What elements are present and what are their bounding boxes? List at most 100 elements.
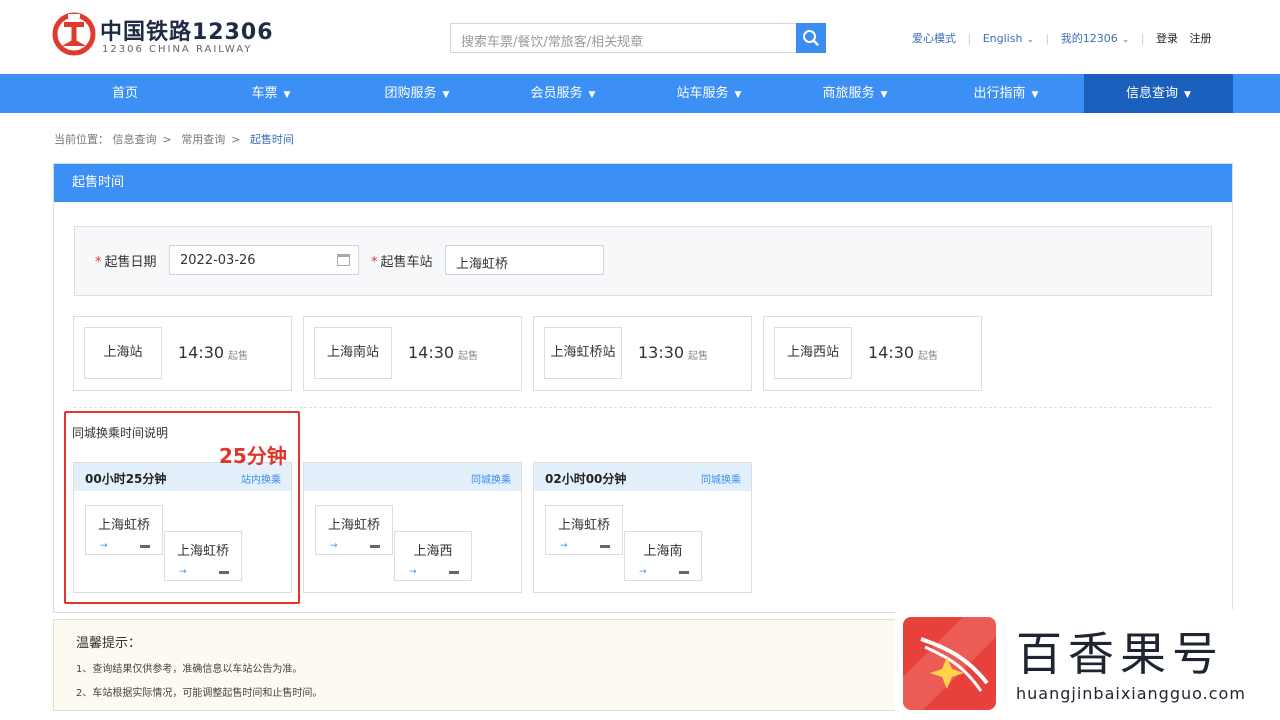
station-label: * 起售车站: [371, 251, 433, 270]
station-name: 上海南站: [314, 327, 392, 379]
top-links: 爱心模式 | English ⌄ | 我的12306 ⌄ | 登录 注册: [912, 30, 1211, 48]
search-icon: [803, 30, 819, 46]
station-card[interactable]: 上海站 14:30 起售: [73, 316, 292, 391]
transfer-card[interactable]: 02小时00分钟 同城换乘 上海虹桥 → 上海南 →: [533, 462, 752, 593]
brand-title[interactable]: 中国铁路12306: [100, 14, 274, 46]
station-time: 14:30: [408, 343, 455, 362]
nav-item-guide[interactable]: 出行指南 ▼: [932, 74, 1080, 113]
station-time: 14:30: [178, 343, 225, 362]
station-sale-label: 起售: [228, 351, 248, 362]
date-field[interactable]: 2022-03-26: [169, 245, 359, 275]
station-field[interactable]: 上海虹桥: [445, 245, 604, 275]
watermark-title: 百香果号: [1016, 627, 1224, 681]
my12306-link[interactable]: 我的12306 ⌄: [1061, 30, 1130, 46]
breadcrumb: 当前位置： 信息查询 > 常用查询 > 起售时间: [54, 131, 294, 147]
nav-label: 首页: [111, 86, 138, 101]
date-value: 2022-03-26: [180, 253, 256, 268]
chevron-down-icon: ▼: [588, 90, 596, 100]
transfer-from-card: 上海虹桥 →: [545, 505, 623, 555]
nav-item-info[interactable]: 信息查询 ▼: [1084, 74, 1233, 113]
tips-line: 2、车站根据实际情况，可能调整起售时间和止售时间。: [76, 688, 323, 699]
chevron-down-icon: ⌄: [1121, 35, 1130, 45]
breadcrumb-separator: >: [231, 133, 241, 146]
train-icon: [370, 545, 380, 548]
station-card[interactable]: 上海南站 14:30 起售: [303, 316, 522, 391]
date-label: * 起售日期: [95, 251, 157, 270]
tips-line: 1、查询结果仅供参考，准确信息以车站公告为准。: [76, 664, 303, 675]
chevron-down-icon: ▼: [442, 90, 450, 100]
chevron-down-icon: ⌄: [1026, 35, 1034, 45]
register-link[interactable]: 注册: [1189, 30, 1211, 46]
transfer-duration: 02小时00分钟: [545, 472, 627, 486]
login-link[interactable]: 登录: [1156, 30, 1178, 46]
breadcrumb-separator: >: [162, 133, 172, 146]
divider: |: [1140, 32, 1145, 45]
transfer-type: 同城换乘: [701, 475, 741, 486]
breadcrumb-prefix: 当前位置：: [54, 133, 109, 146]
nav-label: 会员服务: [530, 86, 583, 101]
language-link[interactable]: English ⌄: [983, 32, 1034, 45]
transfer-to-card: 上海南 →: [624, 531, 702, 581]
nav-label: 信息查询: [1126, 86, 1179, 101]
nav-item-business[interactable]: 商旅服务 ▼: [782, 74, 928, 113]
station-name: 上海西站: [774, 327, 852, 379]
date-label-text: 起售日期: [104, 255, 157, 270]
nav-item-member[interactable]: 会员服务 ▼: [490, 74, 636, 113]
arrow-right-icon: →: [409, 567, 417, 577]
transfer-card-header: 同城换乘: [304, 463, 521, 491]
watermark-url: huangjinbaixiangguo.com: [1016, 684, 1246, 703]
transfer-card-header: 02小时00分钟 同城换乘: [534, 463, 751, 491]
main-nav: 首页 车票 ▼ 团购服务 ▼ 会员服务 ▼ 站车服务 ▼ 商旅服务 ▼ 出行指南 ▼ 信息查…: [0, 74, 1280, 113]
transfer-from-card: 上海虹桥 →: [315, 505, 393, 555]
required-marker: *: [371, 255, 378, 270]
my12306-label: 我的12306: [1060, 32, 1118, 45]
transfer-type: 同城换乘: [471, 475, 511, 486]
station-time: 14:30: [868, 343, 915, 362]
station-sale-label: 起售: [918, 351, 938, 362]
brand-subtitle: 12306 CHINA RAILWAY: [102, 44, 253, 55]
train-icon: [600, 545, 610, 548]
transfer-from-station: 上海虹桥: [327, 518, 380, 533]
station-name: 上海站: [84, 327, 162, 379]
chevron-down-icon: ▼: [283, 90, 291, 100]
transfer-to-station: 上海西: [413, 544, 453, 559]
breadcrumb-item[interactable]: 常用查询: [181, 133, 225, 146]
nav-item-station[interactable]: 站车服务 ▼: [636, 74, 782, 113]
arrow-right-icon: →: [560, 541, 568, 551]
transfer-to-station: 上海南: [643, 544, 683, 559]
china-railway-logo[interactable]: [52, 12, 96, 56]
train-icon: [449, 571, 459, 574]
divider: [74, 407, 1212, 408]
nav-item-home[interactable]: 首页: [52, 74, 198, 113]
station-name: 上海虹桥站: [544, 327, 622, 379]
breadcrumb-current: 起售时间: [249, 133, 294, 146]
transfer-card[interactable]: 同城换乘 上海虹桥 → 上海西 →: [303, 462, 522, 593]
query-form: * 起售日期 2022-03-26 * 起售车站 上海虹桥: [74, 226, 1212, 296]
panel-title: 起售时间: [54, 164, 1232, 202]
search-button[interactable]: [796, 23, 826, 53]
station-sale-label: 起售: [688, 351, 708, 362]
search-input[interactable]: 搜索车票/餐饮/常旅客/相关规章: [450, 23, 796, 53]
nav-label: 团购服务: [384, 86, 437, 101]
site-header: 中国铁路12306 12306 CHINA RAILWAY 搜索车票/餐饮/常旅…: [0, 0, 1280, 74]
chevron-down-icon: ▼: [1184, 90, 1191, 100]
required-marker: *: [95, 255, 102, 270]
nav-label: 出行指南: [973, 86, 1026, 101]
station-card[interactable]: 上海西站 14:30 起售: [763, 316, 982, 391]
divider: |: [967, 32, 972, 45]
arrow-right-icon: →: [639, 567, 647, 577]
nav-item-group[interactable]: 团购服务 ▼: [344, 74, 490, 113]
station-time: 13:30: [638, 343, 685, 362]
nav-label: 商旅服务: [822, 86, 875, 101]
station-card[interactable]: 上海虹桥站 13:30 起售: [533, 316, 752, 391]
calendar-icon[interactable]: [337, 254, 350, 266]
care-mode-link[interactable]: 爱心模式: [912, 30, 956, 46]
nav-item-tickets[interactable]: 车票 ▼: [198, 74, 344, 113]
divider: |: [1045, 32, 1050, 45]
nav-label: 站车服务: [676, 86, 729, 101]
transfer-to-card: 上海西 →: [394, 531, 472, 581]
station-label-text: 起售车站: [380, 255, 433, 270]
train-icon: [679, 571, 689, 574]
breadcrumb-item[interactable]: 信息查询: [113, 133, 157, 146]
station-sale-label: 起售: [458, 351, 478, 362]
